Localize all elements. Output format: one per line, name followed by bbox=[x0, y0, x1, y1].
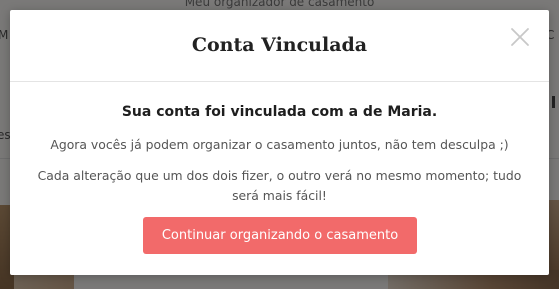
continue-planning-button[interactable]: Continuar organizando o casamento bbox=[143, 217, 417, 254]
close-button[interactable] bbox=[509, 26, 531, 48]
modal-title: Conta Vinculada bbox=[191, 34, 368, 56]
sync-explanation: Cada alteração que um dos dois fizer, o … bbox=[37, 168, 522, 203]
modal-header: Conta Vinculada bbox=[10, 10, 549, 82]
close-icon bbox=[511, 28, 529, 46]
confirmation-message: Agora vocês já podem organizar o casamen… bbox=[50, 137, 509, 152]
linked-account-modal: Conta Vinculada Sua conta foi vinculada … bbox=[10, 10, 549, 275]
confirmation-headline: Sua conta foi vinculada com a de Maria. bbox=[121, 104, 438, 120]
